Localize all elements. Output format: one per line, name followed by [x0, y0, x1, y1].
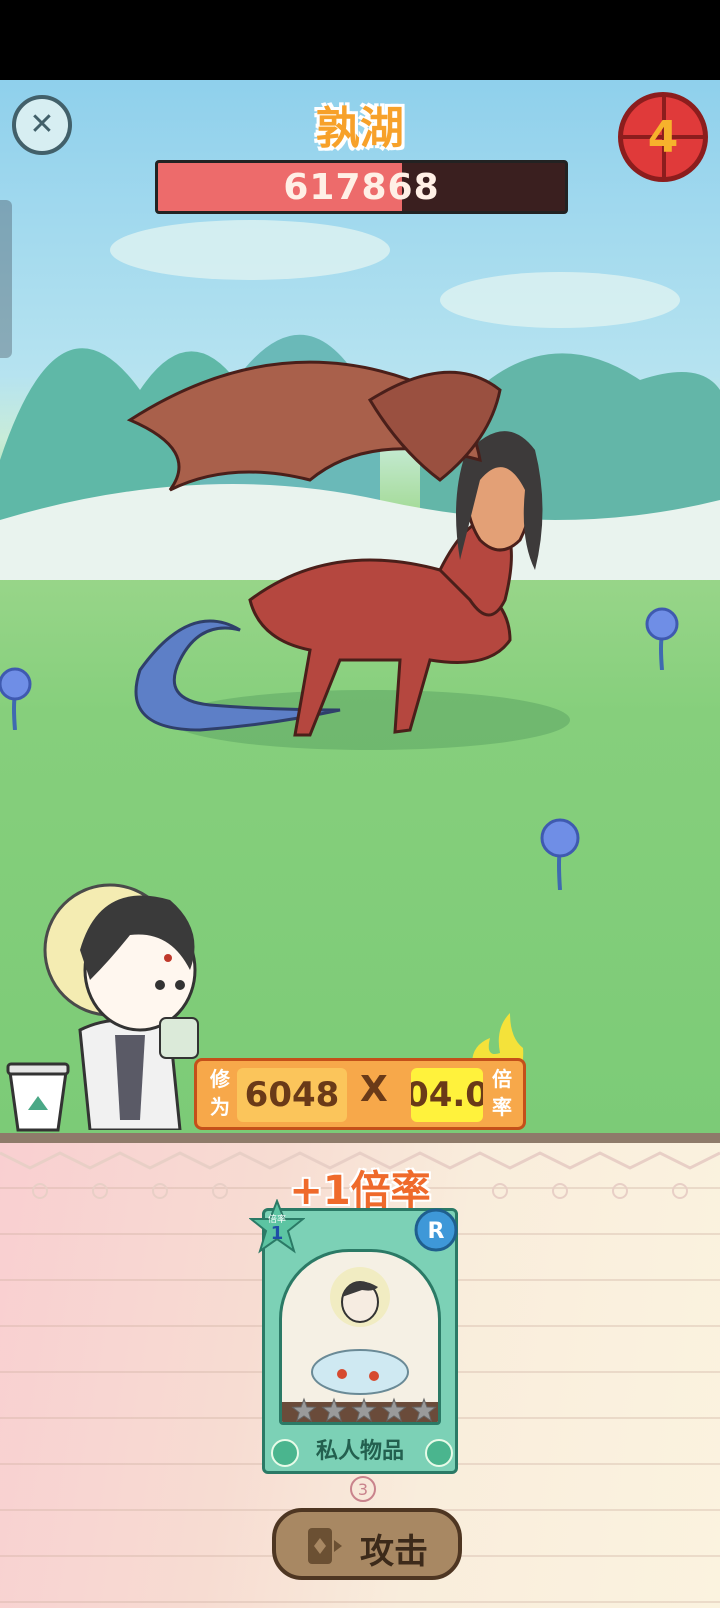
times-sign: X	[360, 1069, 388, 1110]
round-counter: 4	[618, 92, 708, 182]
card-ornament	[425, 1439, 453, 1467]
boss-hp-bar: 617868	[155, 160, 568, 214]
side-drawer-handle[interactable]	[0, 200, 12, 358]
flower-decoration	[0, 667, 32, 730]
cup-icon[interactable]	[6, 1058, 70, 1132]
status-bar	[0, 0, 720, 80]
damage-formula-panel: 修为 6048 X 04.0 倍率	[194, 1058, 526, 1130]
card-rarity-badge: R	[414, 1208, 458, 1252]
card-badge-value: 1	[271, 1223, 284, 1244]
panel-divider	[0, 1133, 720, 1143]
card-star-rating	[291, 1397, 437, 1422]
attack-card-icon	[308, 1528, 342, 1564]
skill-card[interactable]: 倍率 1 R 私人物品	[249, 1199, 458, 1474]
attack-button[interactable]: 攻击	[272, 1508, 462, 1580]
multiplier-value: 04.0	[411, 1068, 483, 1122]
card-multiplier-badge: 倍率 1	[249, 1199, 305, 1254]
card-star	[381, 1397, 407, 1422]
card-ornament	[271, 1439, 299, 1467]
attack-label: 攻击	[360, 1532, 428, 1572]
round-number: 4	[647, 111, 679, 163]
card-star	[291, 1397, 317, 1422]
boss-creature	[126, 360, 570, 750]
flower-decoration	[540, 818, 580, 890]
card-star	[321, 1397, 347, 1422]
card-rarity: R	[428, 1219, 445, 1244]
multiplier-label: 倍率	[492, 1067, 512, 1119]
boss-hp-value: 617868	[283, 166, 440, 208]
cultivation-value: 6048	[237, 1068, 347, 1122]
card-star	[351, 1397, 377, 1422]
flower-decoration	[645, 607, 679, 670]
cultivation-label: 修为	[210, 1067, 230, 1119]
card-star	[411, 1397, 437, 1422]
deck-count: 3	[350, 1476, 376, 1502]
boss-name: 孰湖	[316, 103, 404, 154]
